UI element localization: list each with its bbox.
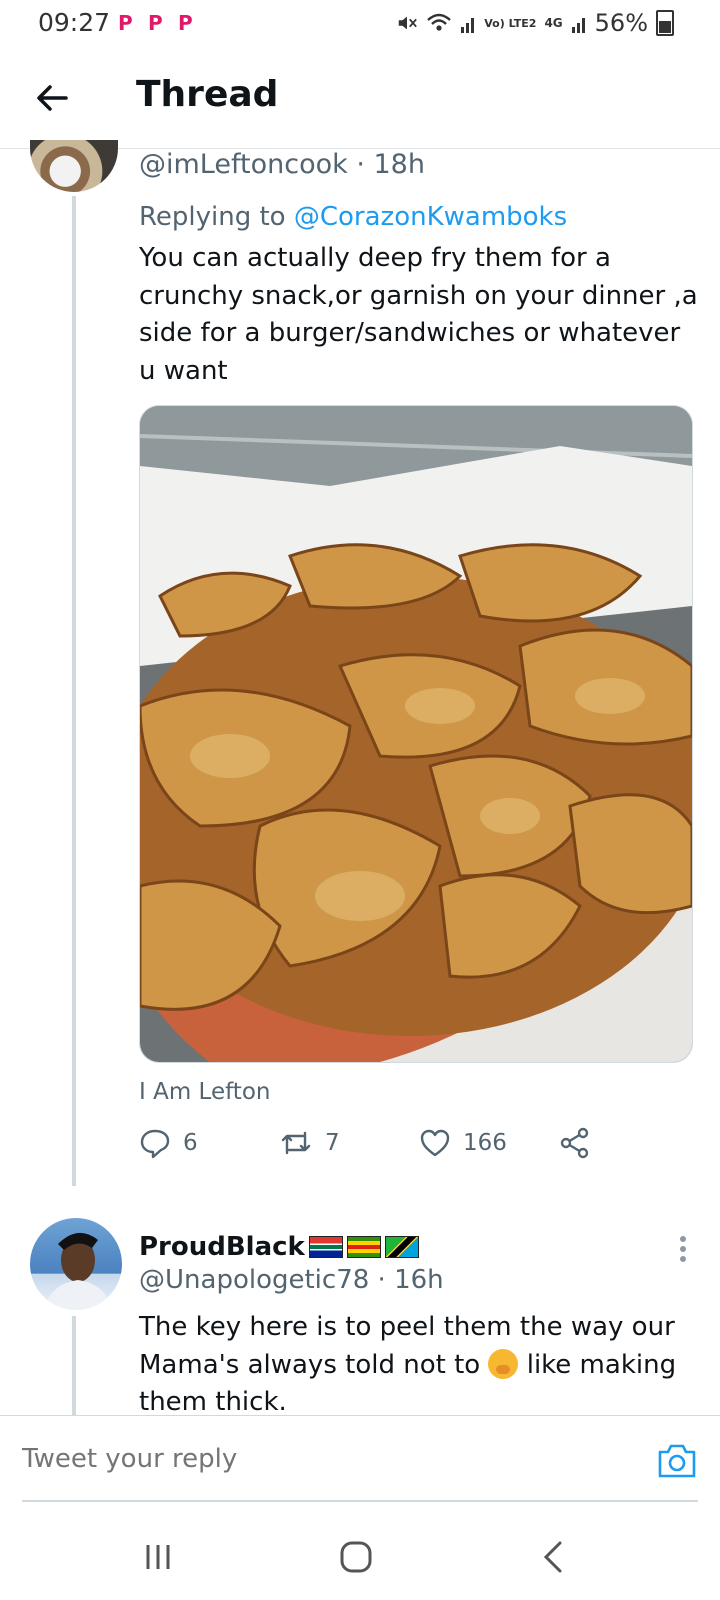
status-time: 09:27 (38, 8, 111, 37)
reply-count: 6 (183, 1130, 198, 1156)
top-app-bar: Thread (0, 46, 720, 149)
thread-line (72, 1316, 76, 1416)
tanzania-flag-icon (384, 1236, 419, 1258)
system-back-button[interactable] (534, 1537, 574, 1577)
reply-composer (0, 1415, 720, 1510)
battery-percent: 56% (594, 9, 648, 37)
status-bar: 09:27 P P P Vo) LTE2 4G 56% (0, 0, 720, 46)
system-nav-bar (0, 1509, 720, 1600)
tweet-author-name[interactable]: ProudBlack (139, 1232, 419, 1262)
retweet-icon (281, 1131, 311, 1155)
like-count: 166 (463, 1130, 507, 1156)
back-button[interactable] (30, 76, 74, 120)
page-title: Thread (136, 74, 279, 115)
chevron-left-icon (543, 1541, 562, 1573)
network-label: Vo) LTE2 (484, 16, 537, 30)
tweet-actions: 6 7 166 (139, 1127, 609, 1173)
tweet-author-handle[interactable]: @Unapologetic78 · 16h (139, 1265, 444, 1295)
camera-icon (658, 1444, 696, 1478)
retweet-count: 7 (325, 1130, 340, 1156)
more-options-button[interactable] (678, 1234, 688, 1264)
more-vertical-icon (680, 1236, 686, 1262)
tweet-timestamp: 18h (373, 149, 425, 180)
share-button[interactable] (559, 1127, 591, 1159)
notification-icon: P (118, 11, 133, 35)
reply-input[interactable] (22, 1436, 622, 1482)
avatar-photo (44, 1232, 112, 1310)
mute-icon (399, 16, 418, 30)
fried-potato-skins-photo (140, 406, 692, 1062)
tweet-text: You can actually deep fry them for a cru… (139, 243, 698, 386)
heart-icon (420, 1129, 450, 1157)
avatar[interactable] (30, 1218, 122, 1310)
share-icon (560, 1127, 589, 1159)
arrow-left-icon (37, 85, 68, 111)
network-gen: 4G (544, 16, 563, 30)
camera-button[interactable] (656, 1440, 698, 1482)
thread-line (72, 196, 76, 1186)
recent-apps-button[interactable] (138, 1537, 178, 1577)
mention-link[interactable]: @CorazonKwamboks (294, 202, 567, 232)
signal-icon (461, 18, 475, 33)
media-caption: I Am Lefton (139, 1079, 271, 1105)
notification-icon: P (178, 11, 193, 35)
replying-to: Replying to @CorazonKwamboks (139, 202, 568, 232)
battery-icon (656, 10, 674, 36)
south-africa-flag-icon (308, 1236, 343, 1258)
face-with-hand-over-mouth-emoji (488, 1348, 519, 1379)
tweet-author-handle[interactable]: @imLeftoncook · 18h (139, 149, 425, 180)
like-button[interactable]: 166 (419, 1127, 507, 1159)
notification-icon: P (148, 11, 163, 35)
wifi-icon (427, 13, 452, 31)
zimbabwe-flag-icon (346, 1236, 381, 1258)
reply-icon (140, 1129, 170, 1159)
home-icon (340, 1541, 372, 1573)
recent-apps-icon (146, 1545, 170, 1569)
tweet-media-image[interactable] (139, 405, 693, 1063)
divider (22, 1500, 698, 1502)
retweet-button[interactable]: 7 (279, 1127, 340, 1159)
tweet-text: The key here is to peel them the way our… (139, 1312, 677, 1417)
reply-button[interactable]: 6 (139, 1127, 198, 1159)
signal-icon (571, 18, 585, 33)
status-indicators: Vo) LTE2 4G 56% (396, 9, 674, 37)
tweet-timestamp: 16h (394, 1265, 444, 1295)
home-button[interactable] (336, 1537, 376, 1577)
avatar[interactable] (30, 140, 118, 192)
